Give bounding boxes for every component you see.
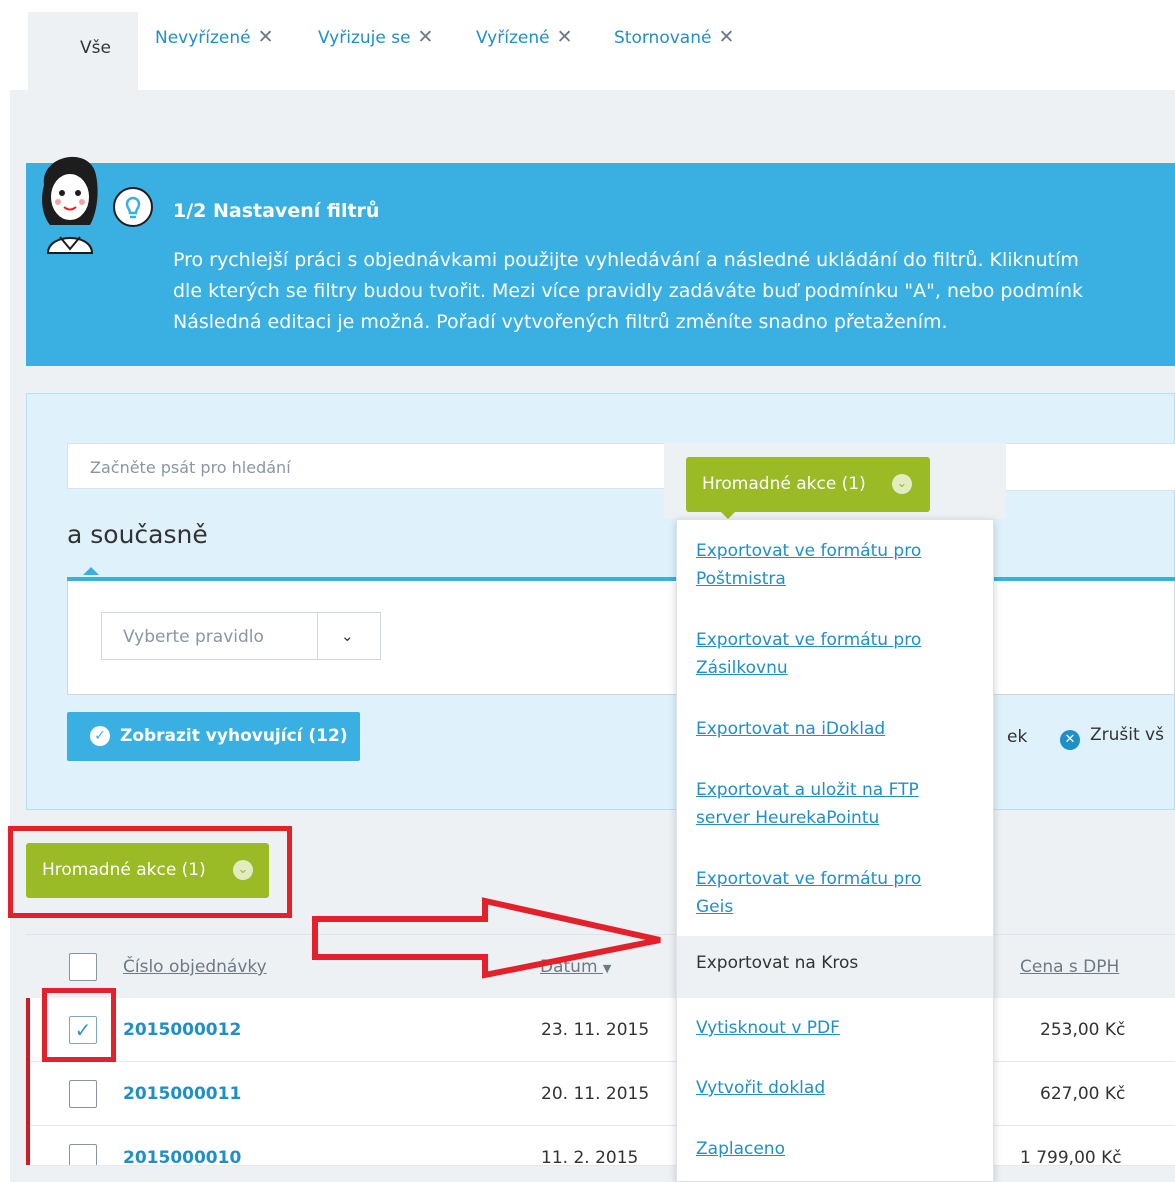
menu-item-create-document[interactable]: Vytvořit doklad <box>696 1074 825 1102</box>
tab-in-progress[interactable]: Vyřizuje se ✕ <box>318 26 433 48</box>
search-input-extension[interactable] <box>1005 443 1175 491</box>
annotation-arrow-icon <box>312 897 661 979</box>
tab-unprocessed[interactable]: Nevyřízené ✕ <box>155 26 274 48</box>
order-number-link[interactable]: 2015000011 <box>123 1084 241 1104</box>
bulk-actions-button-open[interactable]: Hromadné akce (1) ⌄ <box>686 457 930 512</box>
order-date: 11. 2. 2015 <box>541 1148 639 1166</box>
menu-pointer <box>719 510 737 519</box>
banner-text: Pro rychlejší práci s objednávkami použi… <box>173 249 1084 333</box>
tab-all[interactable]: Vše <box>28 12 138 90</box>
tab-processed[interactable]: Vyřízené ✕ <box>476 26 572 48</box>
menu-item-export-zasilkovna[interactable]: Exportovat ve formátu pro Zásilkovnu <box>696 626 921 682</box>
order-price: 253,00 Kč <box>1040 1020 1126 1040</box>
menu-item-export-postmistr[interactable]: Exportovat ve formátu pro Poštmistra <box>696 537 921 593</box>
table-row[interactable]: ✓ 2015000012 23. 11. 2015 253,00 Kč <box>26 998 1175 1062</box>
menu-item-export-geis[interactable]: Exportovat ve formátu pro Geis <box>696 865 921 921</box>
bulk-actions-menu: Exportovat ve formátu pro Poštmistra Expo… <box>676 519 994 1182</box>
avatar-girl-icon <box>42 156 98 254</box>
tab-cancelled[interactable]: Stornované ✕ <box>614 26 734 48</box>
banner-title: 1/2 Nastavení filtrů <box>173 200 380 222</box>
menu-item-export-kros[interactable]: Exportovat na Kros <box>677 936 993 998</box>
check-circle-icon: ✓ <box>90 726 110 746</box>
caret-up-icon <box>83 567 99 575</box>
row-checkbox[interactable] <box>69 1080 97 1108</box>
order-number-link[interactable]: 2015000010 <box>123 1148 241 1165</box>
show-matching-button[interactable]: ✓ Zobrazit vyhovující (12) <box>67 712 360 761</box>
annotation-highlight-bulk <box>8 826 292 918</box>
order-price: 1 799,00 Kč <box>1020 1148 1122 1166</box>
order-price: 627,00 Kč <box>1040 1084 1126 1104</box>
close-circle-icon: ✕ <box>1060 730 1080 750</box>
rule-select[interactable]: Vyberte pravidlo ⌄ <box>101 612 381 660</box>
and-condition-label: a současně <box>67 520 208 549</box>
close-icon[interactable]: ✕ <box>258 26 274 48</box>
close-icon[interactable]: ✕ <box>418 26 434 48</box>
table-row[interactable]: 2015000011 20. 11. 2015 627,00 Kč <box>26 1062 1175 1126</box>
partial-link-text[interactable]: ek <box>1007 727 1027 747</box>
column-order-number[interactable]: Číslo objednávky <box>123 957 267 977</box>
order-date: 20. 11. 2015 <box>541 1084 650 1104</box>
annotation-highlight-checkbox <box>42 988 116 1062</box>
menu-item-print-pdf[interactable]: Vytisknout v PDF <box>696 1014 840 1042</box>
table-row[interactable]: 2015000010 11. 2. 2015 1 799,00 Kč <box>26 1126 1175 1166</box>
close-icon[interactable]: ✕ <box>557 26 573 48</box>
order-number-link[interactable]: 2015000012 <box>123 1020 241 1040</box>
select-all-checkbox[interactable] <box>69 953 97 981</box>
lightbulb-icon <box>113 187 153 227</box>
row-checkbox[interactable] <box>69 1144 97 1165</box>
menu-item-export-ftp-heureka[interactable]: Exportovat a uložit na FTP server Heureka… <box>696 776 919 832</box>
search-input[interactable]: Začněte psát pro hledání <box>67 443 667 489</box>
menu-item-export-idoklad[interactable]: Exportovat na iDoklad <box>696 715 885 743</box>
chevron-down-icon[interactable]: ⌄ <box>341 627 354 645</box>
column-price[interactable]: Cena s DPH <box>1020 957 1119 977</box>
chevron-down-icon: ⌄ <box>892 474 912 494</box>
close-icon[interactable]: ✕ <box>718 26 734 48</box>
menu-item-paid[interactable]: Zaplaceno <box>696 1135 785 1163</box>
order-date: 23. 11. 2015 <box>541 1020 650 1040</box>
cancel-all-button[interactable]: ✕ Zrušit vš <box>1060 725 1164 750</box>
